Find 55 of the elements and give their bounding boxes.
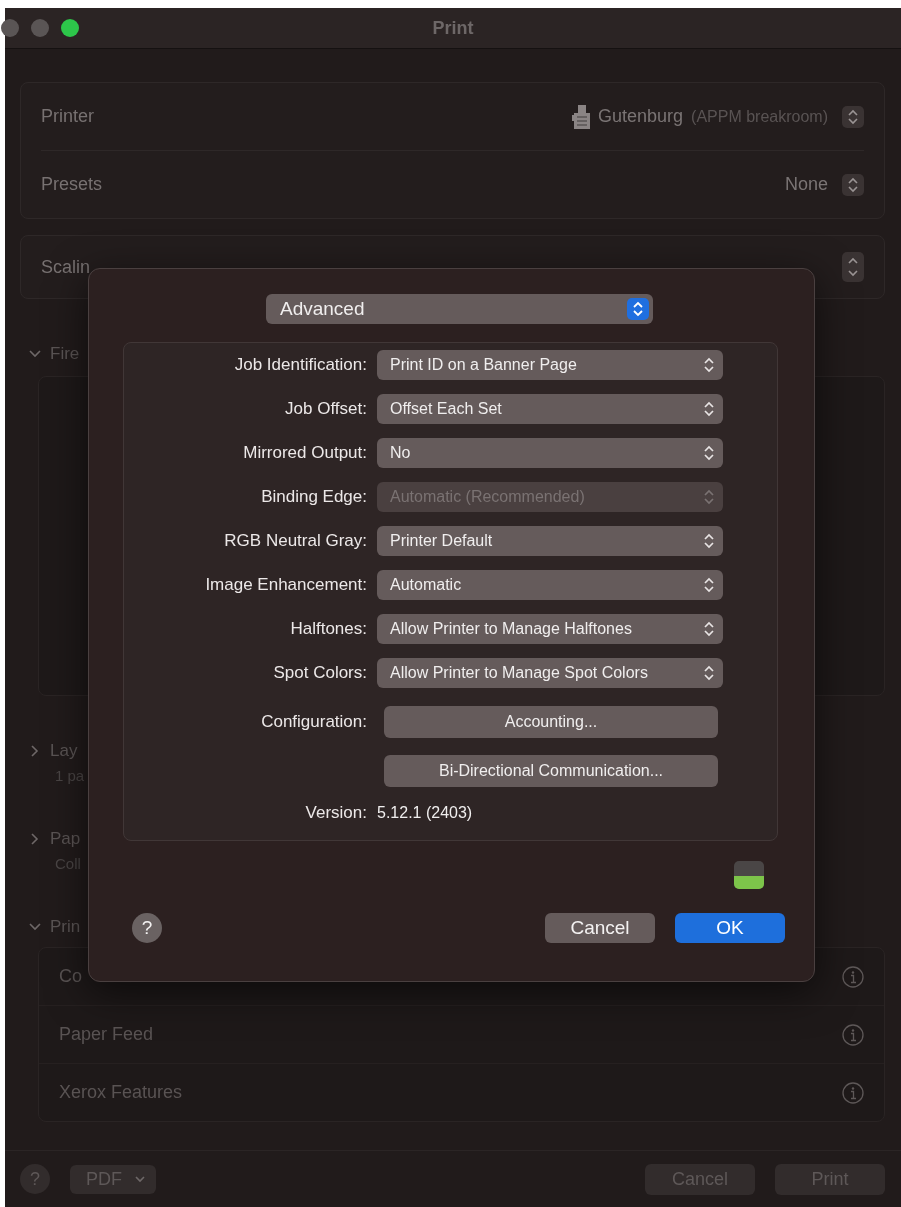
printer-icon	[572, 104, 590, 129]
option-label: Configuration:	[260, 712, 367, 732]
popup-arrows-icon	[703, 444, 715, 462]
info-icon[interactable]	[842, 965, 864, 988]
communication-button[interactable]: Bi-Directional Communication...	[384, 755, 718, 787]
printer-label: Printer	[41, 106, 94, 127]
status-icon	[734, 861, 764, 889]
panel-popup[interactable]: Advanced	[266, 294, 653, 324]
popup-arrows-icon	[703, 400, 715, 418]
option-popup[interactable]: Automatic	[377, 570, 723, 600]
popup-arrows-icon	[703, 620, 715, 638]
option-label: RGB Neutral Gray:	[223, 531, 367, 551]
stepper-icon[interactable]	[842, 252, 864, 282]
option-popup[interactable]: No	[377, 438, 723, 468]
help-button[interactable]: ?	[132, 913, 162, 943]
version-label: Version:	[304, 803, 367, 823]
printer-name: Gutenburg	[598, 106, 684, 127]
option-label: Binding Edge:	[260, 487, 367, 507]
popup-arrows-icon	[703, 356, 715, 374]
option-label: Halftones:	[289, 619, 367, 639]
caret-icon	[134, 1175, 146, 1183]
close-window-button[interactable]	[1, 19, 19, 37]
popup-arrows-icon[interactable]	[842, 105, 864, 128]
chevron-icon[interactable]	[28, 922, 42, 932]
chevron-icon[interactable]	[28, 349, 42, 359]
cancel-button[interactable]: Cancel	[545, 913, 655, 943]
info-icon[interactable]	[842, 1081, 864, 1104]
option-label: Image Enhancement:	[204, 575, 367, 595]
accounting-button[interactable]: Accounting...	[384, 706, 718, 738]
option-label: Job Offset:	[284, 399, 367, 419]
scaling-label: Scalin	[41, 256, 91, 278]
option-label: Mirrored Output:	[242, 443, 367, 463]
chevron-icon[interactable]	[30, 744, 40, 758]
minimize-window-button[interactable]	[31, 19, 49, 37]
popup-arrows-icon	[703, 532, 715, 550]
option-popup[interactable]: Print ID on a Banner Page	[377, 350, 723, 380]
option-popup[interactable]: Offset Each Set	[377, 394, 723, 424]
info-icon[interactable]	[842, 1023, 864, 1046]
option-label: Spot Colors:	[272, 663, 367, 683]
popup-arrows-icon	[703, 664, 715, 682]
presets-value: None	[784, 174, 828, 195]
popup-arrows-icon	[627, 298, 649, 320]
popup-arrows-icon	[703, 488, 715, 506]
chevron-icon[interactable]	[30, 832, 40, 846]
presets-label: Presets	[41, 174, 103, 195]
zoom-window-button[interactable]	[61, 19, 79, 37]
version-number: 5.12.1 (2403)	[377, 804, 473, 822]
popup-arrows-icon[interactable]	[842, 173, 864, 196]
window-title: Print	[431, 17, 475, 39]
popup-arrows-icon	[703, 576, 715, 594]
option-popup[interactable]: Printer Default	[377, 526, 723, 556]
option-popup[interactable]: Allow Printer to Manage Spot Colors	[377, 658, 723, 688]
option-label: Job Identification:	[233, 355, 367, 375]
option-popup[interactable]: Allow Printer to Manage Halftones	[377, 614, 723, 644]
ok-button[interactable]: OK	[675, 913, 785, 943]
